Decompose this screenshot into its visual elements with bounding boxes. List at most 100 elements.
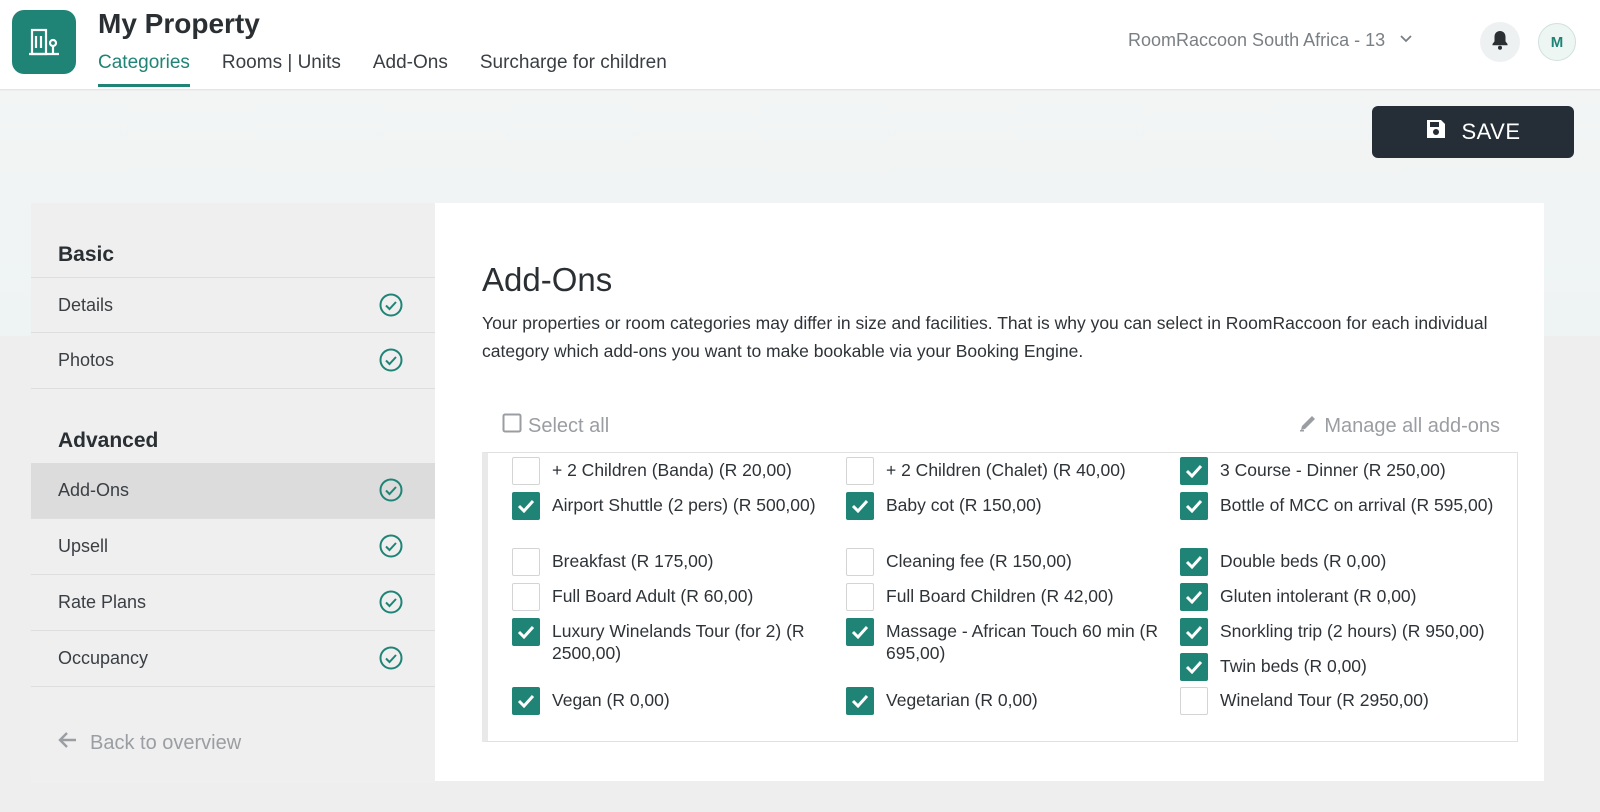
header-tabs: Categories Rooms | Units Add-Ons Surchar… — [98, 52, 667, 87]
add-on-label: Full Board Adult (R 60,00) — [552, 586, 754, 606]
add-on-checkbox[interactable] — [1180, 618, 1208, 646]
add-on-option[interactable]: Full Board Adult (R 60,00) — [512, 583, 838, 611]
add-on-checkbox[interactable] — [512, 492, 540, 520]
select-all-toggle[interactable]: Select all — [502, 413, 609, 439]
add-on-label: Snorkling trip (2 hours) (R 950,00) — [1220, 621, 1485, 641]
add-on-label: 3 Course - Dinner (R 250,00) — [1220, 460, 1446, 480]
add-on-checkbox[interactable] — [512, 457, 540, 485]
add-on-option[interactable]: Airport Shuttle (2 pers) (R 500,00) — [512, 492, 838, 520]
add-on-checkbox[interactable] — [512, 618, 540, 646]
add-on-label: Vegan (R 0,00) — [552, 690, 670, 710]
add-on-checkbox[interactable] — [1180, 492, 1208, 520]
square-outline-icon — [502, 413, 522, 439]
add-on-label: Vegetarian (R 0,00) — [886, 690, 1038, 710]
add-on-label: + 2 Children (Chalet) (R 40,00) — [886, 460, 1126, 480]
select-all-label: Select all — [528, 414, 610, 437]
sidebar-item-occupancy[interactable]: Occupancy — [31, 631, 435, 687]
sidebar-item-details[interactable]: Details — [31, 277, 435, 333]
bell-icon — [1490, 29, 1510, 56]
add-on-checkbox[interactable] — [846, 548, 874, 576]
add-on-label: Wineland Tour (R 2950,00) — [1220, 690, 1429, 710]
add-on-checkbox[interactable] — [846, 457, 874, 485]
chevron-down-icon — [1399, 30, 1413, 51]
add-on-option[interactable]: Vegan (R 0,00) — [512, 687, 838, 715]
add-on-option[interactable]: Wineland Tour (R 2950,00) — [1180, 687, 1506, 715]
tab-surcharge-for-children[interactable]: Surcharge for children — [480, 52, 667, 87]
add-on-label: Gluten intolerant (R 0,00) — [1220, 586, 1417, 606]
back-to-overview-link[interactable]: Back to overview — [58, 731, 241, 755]
add-on-label: Bottle of MCC on arrival (R 595,00) — [1220, 495, 1494, 515]
add-on-option[interactable]: Bottle of MCC on arrival (R 595,00) — [1180, 492, 1506, 520]
sidebar-item-label: Upsell — [58, 536, 109, 556]
add-on-option[interactable]: Gluten intolerant (R 0,00) — [1180, 583, 1506, 611]
manage-all-add-ons-link[interactable]: Manage all add-ons — [1298, 413, 1500, 439]
check-circle-icon — [379, 293, 403, 322]
sidebar-item-label: Rate Plans — [58, 592, 147, 612]
add-on-label: Twin beds (R 0,00) — [1220, 656, 1367, 676]
add-on-label: Airport Shuttle (2 pers) (R 500,00) — [552, 495, 816, 515]
pencil-icon — [1298, 413, 1318, 439]
page-title: My Property — [98, 8, 260, 39]
sidebar-item-label: Add-Ons — [58, 480, 130, 500]
check-circle-icon — [379, 478, 403, 507]
top-bar: My Property Categories Rooms | Units Add… — [0, 0, 1600, 90]
notifications-button[interactable] — [1480, 22, 1520, 62]
tab-rooms-units[interactable]: Rooms | Units — [222, 52, 341, 87]
property-logo-icon[interactable] — [12, 10, 76, 74]
add-on-label: Double beds (R 0,00) — [1220, 551, 1387, 571]
sidebar-item-label: Photos — [58, 350, 115, 370]
tab-categories[interactable]: Categories — [98, 52, 190, 87]
add-on-label: Baby cot (R 150,00) — [886, 495, 1042, 515]
add-on-option[interactable]: Twin beds (R 0,00) — [1180, 653, 1506, 681]
add-on-option[interactable]: Baby cot (R 150,00) — [846, 492, 1172, 520]
add-on-checkbox[interactable] — [846, 687, 874, 715]
floppy-disk-icon — [1425, 118, 1447, 146]
add-on-checkbox[interactable] — [512, 583, 540, 611]
add-on-checkbox[interactable] — [1180, 687, 1208, 715]
add-ons-panel: Add-Ons Your properties or room categori… — [435, 203, 1544, 781]
add-on-option[interactable]: Snorkling trip (2 hours) (R 950,00) — [1180, 618, 1506, 646]
add-on-checkbox[interactable] — [1180, 653, 1208, 681]
add-on-option[interactable]: 3 Course - Dinner (R 250,00) — [1180, 457, 1506, 485]
add-on-checkbox[interactable] — [1180, 583, 1208, 611]
add-on-label: Cleaning fee (R 150,00) — [886, 551, 1072, 571]
add-on-option[interactable]: Full Board Children (R 42,00) — [846, 583, 1172, 611]
avatar[interactable]: M — [1538, 23, 1576, 61]
sidebar-item-rate-plans[interactable]: Rate Plans — [31, 575, 435, 631]
check-circle-icon — [379, 534, 403, 563]
sidebar-item-label: Details — [58, 294, 114, 315]
property-selector[interactable]: RoomRaccoon South Africa - 13 — [1128, 30, 1413, 51]
add-on-checkbox[interactable] — [846, 492, 874, 520]
add-on-option[interactable]: Luxury Winelands Tour (for 2) (R 2500,00… — [512, 618, 838, 664]
check-circle-icon — [379, 348, 403, 377]
arrow-left-icon — [58, 731, 78, 755]
property-selector-label: RoomRaccoon South Africa - 13 — [1128, 30, 1386, 50]
add-on-option[interactable]: Vegetarian (R 0,00) — [846, 687, 1172, 715]
tab-add-ons[interactable]: Add-Ons — [373, 52, 448, 87]
add-on-checkbox[interactable] — [1180, 548, 1208, 576]
add-on-option[interactable]: Breakfast (R 175,00) — [512, 548, 838, 576]
add-on-option[interactable]: + 2 Children (Banda) (R 20,00) — [512, 457, 838, 485]
sidebar-item-add-ons[interactable]: Add-Ons — [31, 463, 435, 519]
add-on-option[interactable]: Massage - African Touch 60 min (R 695,00… — [846, 618, 1172, 664]
section-title: Add-Ons — [482, 261, 613, 298]
check-circle-icon — [379, 590, 403, 619]
save-button[interactable]: SAVE — [1372, 106, 1574, 158]
add-on-checkbox[interactable] — [1180, 457, 1208, 485]
sidebar-item-upsell[interactable]: Upsell — [31, 519, 435, 575]
sidebar-item-photos[interactable]: Photos — [31, 333, 435, 389]
add-on-option[interactable]: + 2 Children (Chalet) (R 40,00) — [846, 457, 1172, 485]
sidebar-heading-advanced: Advanced — [58, 429, 159, 452]
add-on-option[interactable]: Cleaning fee (R 150,00) — [846, 548, 1172, 576]
add-on-checkbox[interactable] — [846, 583, 874, 611]
sidebar-heading-basic: Basic — [58, 243, 115, 266]
manage-label: Manage all add-ons — [1324, 414, 1500, 437]
add-on-option[interactable]: Double beds (R 0,00) — [1180, 548, 1506, 576]
back-link-label: Back to overview — [90, 731, 242, 754]
add-on-label: + 2 Children (Banda) (R 20,00) — [552, 460, 792, 480]
add-on-checkbox[interactable] — [512, 687, 540, 715]
add-on-checkbox[interactable] — [846, 618, 874, 646]
add-ons-list: + 2 Children (Banda) (R 20,00) + 2 Childr… — [482, 452, 1518, 742]
add-on-checkbox[interactable] — [512, 548, 540, 576]
add-on-label: Full Board Children (R 42,00) — [886, 586, 1114, 606]
